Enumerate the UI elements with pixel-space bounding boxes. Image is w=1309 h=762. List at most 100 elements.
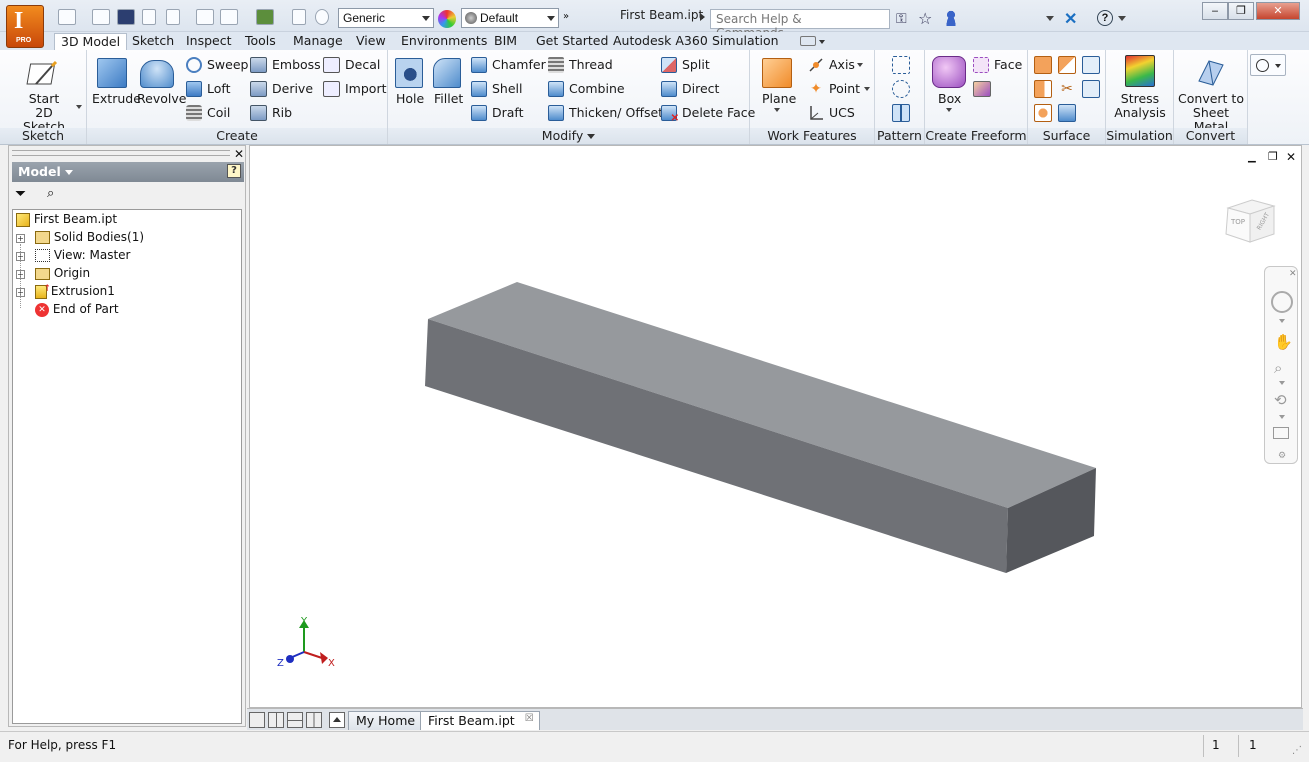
find-icon[interactable]: ⌕ [47, 186, 54, 201]
coil-button[interactable]: Coil [207, 105, 230, 120]
box-dropdown-icon[interactable] [946, 108, 952, 112]
tile-vertical-icon[interactable] [306, 712, 322, 728]
sheet-metal-icon[interactable] [1195, 55, 1227, 87]
maximize-button[interactable]: ❐ [1228, 2, 1254, 20]
help-dropdown-icon[interactable] [1118, 16, 1126, 21]
ucs-button[interactable]: UCS [829, 105, 855, 120]
stitch-icon[interactable] [1058, 56, 1076, 74]
revolve-button[interactable]: Revolve [137, 91, 186, 106]
home-icon[interactable] [196, 9, 214, 25]
favorites-icon[interactable]: ☆ [918, 9, 932, 28]
minimize-button[interactable]: ‒ [1202, 2, 1228, 20]
viewcube[interactable]: TOP RIGHT [1222, 194, 1276, 244]
draft-button[interactable]: Draft [492, 105, 524, 120]
steering-wheel-icon[interactable] [1271, 291, 1293, 313]
shell-button[interactable]: Shell [492, 81, 523, 96]
decal-button[interactable]: Decal [345, 57, 380, 72]
settings-icon[interactable] [315, 9, 329, 25]
tree-item-view[interactable]: View: Master [35, 248, 131, 262]
orbit-icon[interactable]: ⟲ [1274, 391, 1287, 409]
search-input[interactable]: Search Help & Commands... [710, 9, 890, 40]
fillet-button[interactable]: Fillet [434, 91, 463, 106]
sketch-dropdown-icon[interactable] [76, 105, 82, 109]
beam-model[interactable] [250, 146, 1303, 709]
appearance-icon[interactable] [438, 10, 456, 28]
axis-button[interactable]: Axis [829, 57, 855, 72]
tree-item-end-of-part[interactable]: ✕ End of Part [35, 302, 119, 317]
subscription-icon[interactable]: ⚿ [896, 11, 907, 27]
browser-help-icon[interactable]: ? [227, 164, 241, 178]
thicken-surface-icon[interactable] [1034, 56, 1052, 74]
filter-icon[interactable]: ⏷ [15, 186, 26, 202]
viewport-close-icon[interactable]: ✕ [1286, 150, 1296, 164]
ribbon-toggle-icon[interactable] [800, 36, 816, 46]
undo-icon[interactable] [142, 9, 156, 25]
tab-first-beam[interactable]: First Beam.ipt ☒ [420, 711, 540, 730]
mirror-icon[interactable] [892, 104, 910, 122]
derive-button[interactable]: Derive [272, 81, 313, 96]
hole-button[interactable]: Hole [396, 91, 424, 106]
extend-icon[interactable] [1082, 80, 1100, 98]
tab-bim[interactable]: BIM [488, 33, 523, 50]
fillet-icon[interactable] [433, 58, 461, 88]
appearance-select[interactable]: Default [461, 8, 559, 28]
point-button[interactable]: Point [829, 81, 860, 96]
properties-icon[interactable] [220, 9, 238, 25]
convert-freeform-icon[interactable] [973, 81, 991, 97]
redo-icon[interactable] [166, 9, 180, 25]
plane-dropdown-icon[interactable] [774, 108, 780, 112]
expand-icon[interactable]: + [16, 234, 25, 243]
face-button[interactable]: Face [994, 57, 1022, 72]
user-icon[interactable] [944, 10, 958, 26]
delete-face-button[interactable]: Delete Face [682, 105, 755, 120]
zoom-icon[interactable]: ⌕ [1274, 359, 1282, 377]
import-button[interactable]: Import [345, 81, 387, 96]
tree-item-origin[interactable]: Origin [35, 266, 90, 280]
tab-autodesk-a360[interactable]: Autodesk A360 [607, 33, 714, 50]
close-button[interactable]: ✕ [1256, 2, 1300, 20]
orbit-dropdown-icon[interactable] [1279, 415, 1285, 419]
stress-analysis-button[interactable]: Stress Analysis [1110, 92, 1170, 120]
replace-face-icon[interactable] [1034, 104, 1052, 122]
circular-pattern-icon[interactable] [892, 80, 910, 98]
select-icon[interactable] [292, 9, 306, 25]
navbar-customize-icon[interactable]: ⚙ [1278, 451, 1286, 461]
tab-environments[interactable]: Environments [395, 33, 493, 50]
tab-close-icon[interactable]: ☒ [525, 713, 534, 724]
box-icon[interactable] [932, 56, 966, 88]
stress-analysis-icon[interactable] [1125, 55, 1155, 87]
sweep-button[interactable]: Sweep [207, 57, 248, 72]
rib-button[interactable]: Rib [272, 105, 292, 120]
tab-simulation[interactable]: Simulation [706, 33, 785, 50]
trim-icon[interactable]: ✂ [1058, 80, 1076, 98]
update-icon[interactable] [256, 9, 274, 25]
rectangular-pattern-icon[interactable] [892, 56, 910, 74]
new-icon[interactable] [58, 9, 76, 25]
tab-inspect[interactable]: Inspect [180, 33, 238, 50]
document-menu-button[interactable] [329, 712, 345, 728]
browser-grip[interactable] [12, 150, 230, 156]
tab-get-started[interactable]: Get Started [530, 33, 614, 50]
thicken-offset-button[interactable]: Thicken/ Offset [569, 105, 663, 120]
tab-manage[interactable]: Manage [287, 33, 349, 50]
extrude-button[interactable]: Extrude [92, 91, 141, 106]
axis-dropdown-icon[interactable] [857, 63, 863, 67]
repair-icon[interactable] [1058, 104, 1076, 122]
open-icon[interactable] [92, 9, 110, 25]
pan-icon[interactable]: ✋ [1274, 333, 1293, 351]
thread-button[interactable]: Thread [569, 57, 613, 72]
panel-options-button[interactable] [1250, 54, 1286, 76]
tile-horizontal-icon[interactable] [287, 712, 303, 728]
plane-button[interactable]: Plane [762, 91, 796, 106]
tab-my-home[interactable]: My Home [348, 711, 424, 730]
look-at-icon[interactable] [1273, 427, 1289, 439]
direct-button[interactable]: Direct [682, 81, 719, 96]
split-button[interactable]: Split [682, 57, 710, 72]
tile-windows-icon[interactable] [268, 712, 284, 728]
point-dropdown-icon[interactable] [864, 87, 870, 91]
navbar-close-icon[interactable]: ✕ [1289, 269, 1297, 279]
tree-item-solid-bodies[interactable]: Solid Bodies(1) [35, 230, 144, 244]
combine-button[interactable]: Combine [569, 81, 625, 96]
zoom-dropdown-icon[interactable] [1279, 381, 1285, 385]
tab-tools[interactable]: Tools [239, 33, 282, 50]
